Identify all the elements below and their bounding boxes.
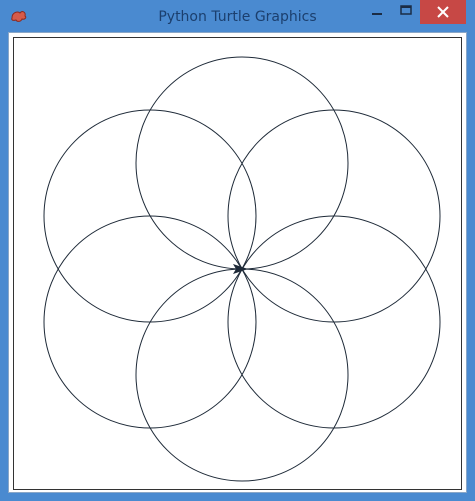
close-button[interactable] xyxy=(420,0,466,24)
turtle-window: Python Turtle Graphics xyxy=(0,0,475,501)
maximize-icon xyxy=(400,5,412,15)
turtle-canvas[interactable] xyxy=(13,37,462,490)
turtle-drawing xyxy=(43,56,441,482)
maximize-button[interactable] xyxy=(392,0,420,22)
window-client-area xyxy=(8,32,467,493)
minimize-button[interactable] xyxy=(362,0,392,22)
minimize-icon xyxy=(372,13,382,15)
close-icon xyxy=(437,6,449,18)
titlebar[interactable]: Python Turtle Graphics xyxy=(0,0,475,32)
